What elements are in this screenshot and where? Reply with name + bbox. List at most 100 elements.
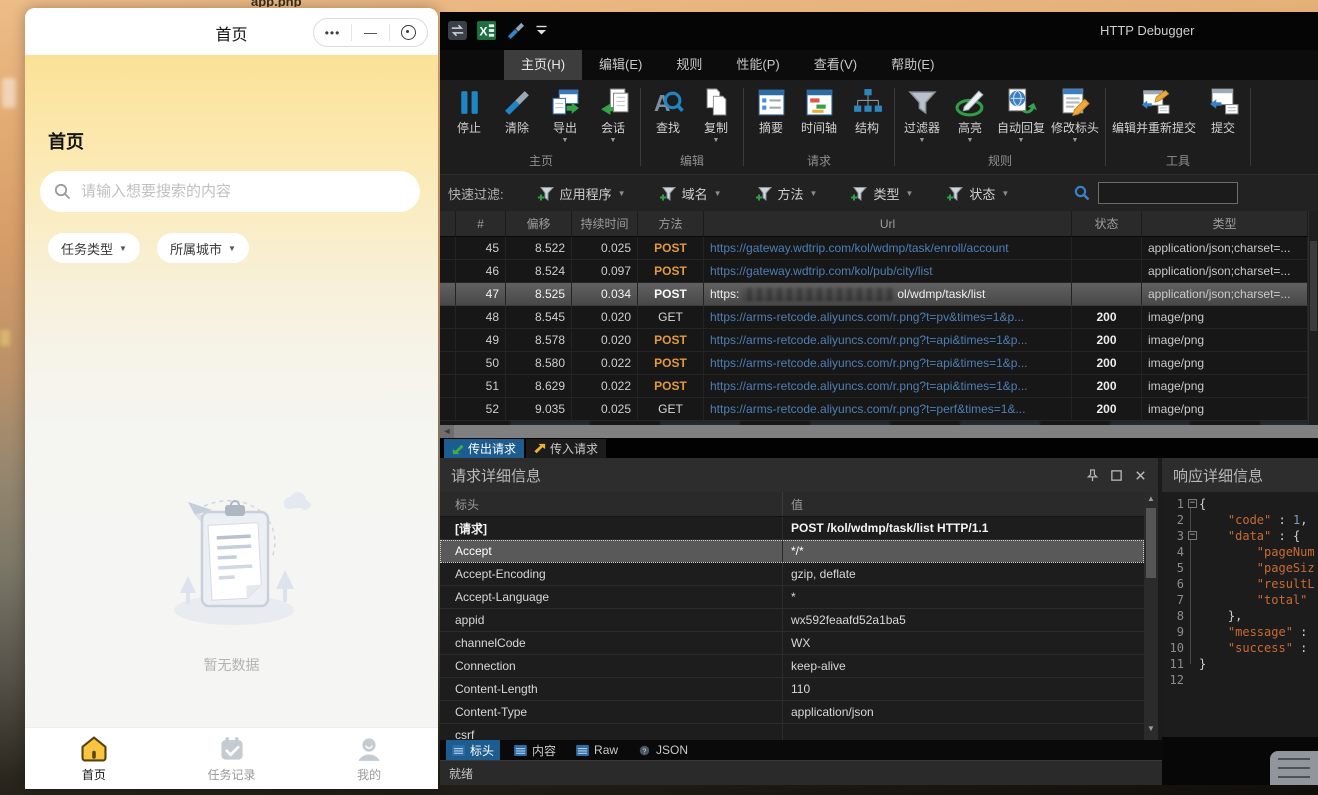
request-row-49[interactable]: 498.5780.020POSThttps://arms-retcode.ali… [440,329,1308,352]
header-row-7[interactable]: Content-Length110 [440,678,1144,701]
swap-arrows-icon[interactable] [448,21,467,40]
capsule-exit-icon[interactable] [390,19,427,46]
column-header-num[interactable]: # [456,211,506,236]
menu-tab-view[interactable]: 查看(V) [797,50,874,80]
request-row-45[interactable]: 458.5220.025POSThttps://gateway.wdtrip.c… [440,237,1308,260]
toolbar-dropdown-icon[interactable] [535,25,548,36]
header-name: Accept [440,540,783,562]
quick-filter-application[interactable]: 应用程序▼ [537,184,626,203]
headers-vertical-scrollbar[interactable]: ▲ ▼ [1144,492,1158,740]
header-row-1[interactable]: Accept*/* [440,540,1144,563]
ribbon-button-find[interactable]: A查找 [644,84,692,138]
scroll-down-arrow-icon[interactable]: ▼ [1144,722,1158,736]
request-row-48[interactable]: 488.5450.020GEThttps://arms-retcode.aliy… [440,306,1308,329]
column-header-type[interactable]: 类型 [1142,211,1308,236]
ribbon-button-session[interactable]: 会话▼ [589,84,637,146]
quick-filter-search-input[interactable] [1098,182,1238,204]
column-header-name[interactable]: 标头 [440,492,783,516]
view-tab-headers[interactable]: 标头 [446,740,500,761]
more-icon[interactable] [314,19,351,46]
brush-icon[interactable] [506,21,525,40]
menu-tab-rules[interactable]: 规则 [659,50,719,80]
ribbon-button-timeline[interactable]: 时间轴 [795,84,843,138]
ribbon-button-auto-reply[interactable]: 自动回复▼ [994,84,1048,146]
search-box[interactable] [40,171,420,212]
pin-icon[interactable] [1086,469,1099,482]
menu-tab-home[interactable]: 主页(H) [504,50,582,80]
header-row-6[interactable]: Connectionkeep-alive [440,655,1144,678]
ribbon-button-structure[interactable]: 结构 [843,84,891,138]
cell-status: 200 [1072,329,1142,351]
stream-tab-label: 传出请求 [468,440,516,457]
quick-filter-method[interactable]: 方法▼ [755,184,818,203]
tabbar-item-task-record[interactable]: 任务记录 [163,728,301,789]
tabbar-item-profile[interactable]: 我的 [300,728,438,789]
request-row-52[interactable]: 529.0350.025GEThttps://arms-retcode.aliy… [440,398,1308,421]
view-tab-content[interactable]: 内容 [508,740,562,761]
fold-minus-icon[interactable] [1186,528,1199,544]
code-line: 7 "total" [1162,592,1318,608]
scrollbar-thumb[interactable] [1146,508,1156,578]
header-row-4[interactable]: appidwx592feaafd52a1ba5 [440,609,1144,632]
column-header-url[interactable]: Url [704,211,1072,236]
quick-filter-type[interactable]: 类型▼ [850,184,913,203]
outgoing-arrow-icon [452,443,464,455]
header-row-2[interactable]: Accept-Encodinggzip, deflate [440,563,1144,586]
search-input[interactable] [79,182,406,201]
stream-tab-incoming[interactable]: 传入请求 [526,439,606,458]
header-row-9[interactable]: csrf [440,724,1144,740]
request-row-50[interactable]: 508.5800.022POSThttps://arms-retcode.ali… [440,352,1308,375]
excel-export-icon[interactable]: X [477,21,496,40]
view-tab-raw[interactable]: Raw [570,741,624,759]
cell-type: image/png [1142,352,1308,374]
quick-filter-domain[interactable]: 域名▼ [659,184,722,203]
quick-filter-status[interactable]: 状态▼ [946,184,1009,203]
row-select-cell [440,329,456,351]
minimize-icon[interactable] [352,19,389,46]
ribbon-button-filter[interactable]: 过滤器▼ [898,84,946,146]
request-row-47[interactable]: 478.5250.034POSThttps:ol/wdmp/task/lista… [440,283,1308,306]
tabbar-label: 首页 [82,766,106,783]
menu-tab-edit[interactable]: 编辑(E) [582,50,659,80]
modify-headers-icon [1060,86,1091,118]
column-header-method[interactable]: 方法 [638,211,704,236]
request-row-46[interactable]: 468.5240.097POSThttps://gateway.wdtrip.c… [440,260,1308,283]
request-table-vertical-scrollbar[interactable] [1308,211,1318,425]
ribbon-button-edit-resubmit[interactable]: 编辑并重新提交 [1109,84,1199,138]
quick-filter-search [1074,182,1238,204]
request-row-51[interactable]: 518.6290.022POSThttps://arms-retcode.ali… [440,375,1308,398]
close-icon[interactable] [1134,469,1147,482]
column-header-value[interactable]: 值 [783,492,1144,516]
ribbon-button-stop[interactable]: 停止 [445,84,493,138]
fold-minus-icon[interactable] [1186,496,1199,512]
scroll-up-arrow-icon[interactable]: ▲ [1144,492,1158,506]
column-header-status[interactable]: 状态 [1072,211,1142,236]
view-tab-json[interactable]: ?JSON [632,741,694,759]
maximize-icon[interactable] [1110,469,1123,482]
ribbon-button-highlight[interactable]: 高亮▼ [946,84,994,146]
ribbon-button-copy[interactable]: 复制▼ [692,84,740,146]
ribbon-button-modify-headers[interactable]: 修改标头▼ [1048,84,1102,146]
filter-pill-0[interactable]: 任务类型▼ [48,233,140,263]
stream-tab-outgoing[interactable]: 传出请求 [444,439,524,458]
ribbon-button-clear[interactable]: 清除 [493,84,541,138]
request-table-horizontal-scrollbar[interactable] [440,425,1318,438]
column-header-offset[interactable]: 偏移 [506,211,572,236]
ribbon-button-export[interactable]: 导出▼ [541,84,589,146]
header-name: [请求] [440,517,783,539]
request-table-header: #偏移持续时间方法Url状态类型 [440,211,1308,237]
header-row-3[interactable]: Accept-Language* [440,586,1144,609]
tabbar-item-home[interactable]: 首页 [25,728,163,789]
ribbon-button-summary[interactable]: 摘要 [747,84,795,138]
header-row-5[interactable]: channelCodeWX [440,632,1144,655]
menu-tab-performance[interactable]: 性能(P) [719,50,796,80]
header-row-8[interactable]: Content-Typeapplication/json [440,701,1144,724]
filter-pill-1[interactable]: 所属城市▼ [157,233,249,263]
ribbon-button-label: 高亮 [958,119,982,136]
ribbon-button-label: 摘要 [759,119,783,136]
column-header-duration[interactable]: 持续时间 [572,211,638,236]
menu-tab-help[interactable]: 帮助(E) [874,50,951,80]
header-row-0[interactable]: [请求]POST /kol/wdmp/task/list HTTP/1.1 [440,517,1144,540]
scroll-left-arrow-icon[interactable] [440,425,454,438]
ribbon-button-submit[interactable]: 提交 [1199,84,1247,138]
